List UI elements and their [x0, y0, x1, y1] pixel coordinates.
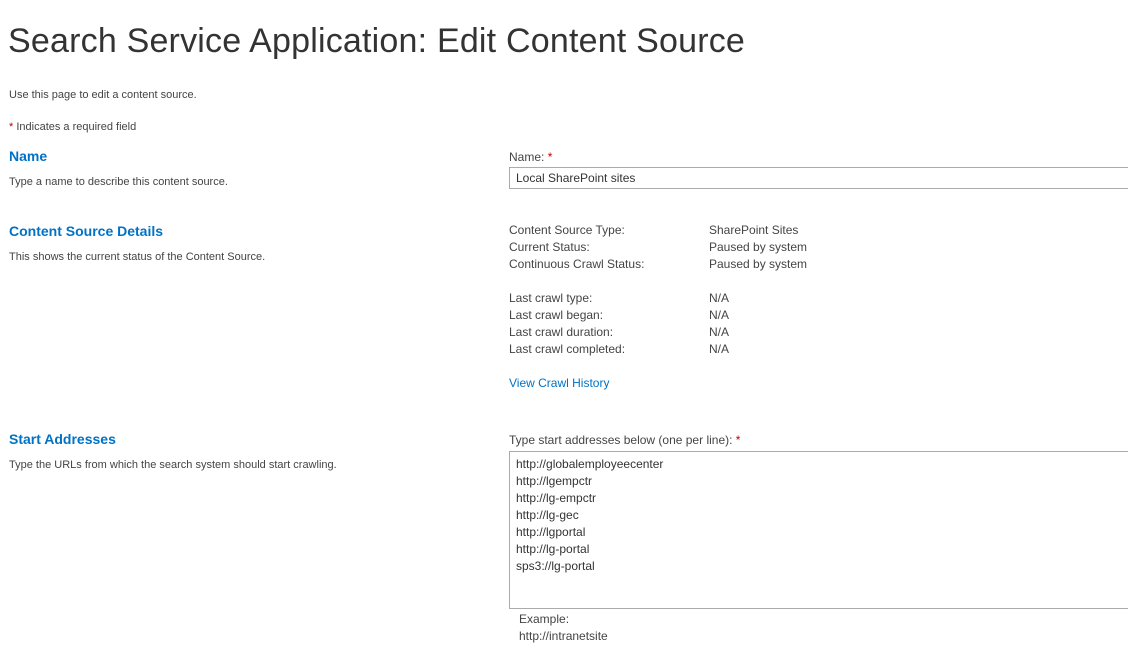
address-line: http://lg-empctr [516, 491, 597, 505]
detail-label: Continuous Crawl Status: [509, 257, 645, 271]
edit-content-source-page: Search Service Application: Edit Content… [0, 0, 1128, 650]
detail-value: N/A [709, 308, 730, 322]
example-label: Example: [519, 612, 570, 626]
address-line: http://lgempctr [516, 474, 593, 488]
address-line: http://lg-gec [516, 508, 579, 522]
page-title: Search Service Application: Edit Content… [8, 22, 746, 60]
example-value: http://intranetsite [519, 629, 608, 643]
required-field-note: * Indicates a required field [9, 121, 136, 133]
detail-label: Current Status: [509, 240, 590, 254]
detail-label: Last crawl completed: [509, 342, 626, 356]
start-address-example: Example: http://intranetsite [519, 611, 608, 645]
detail-label: Content Source Type: [509, 223, 625, 237]
required-star: * [547, 150, 553, 164]
required-star: * [735, 433, 741, 447]
section-title-start-addresses: Start Addresses [9, 431, 116, 447]
address-line: http://lgportal [516, 525, 586, 539]
detail-value: SharePoint Sites [709, 223, 799, 237]
detail-value: Paused by system [709, 257, 808, 271]
page-description: Use this page to edit a content source. [9, 89, 197, 101]
detail-value: N/A [709, 342, 730, 356]
detail-value: Paused by system [709, 240, 808, 254]
detail-label: Last crawl duration: [509, 325, 614, 339]
section-title-name: Name [9, 148, 48, 164]
section-description-name: Type a name to describe this content sou… [9, 176, 228, 188]
detail-value: N/A [709, 291, 730, 305]
address-line: sps3://lg-portal [516, 559, 595, 573]
address-line: http://globalemployeecenter [516, 457, 664, 471]
name-field-label: Name: * [509, 150, 552, 164]
name-label-text: Name: [509, 150, 548, 164]
start-addresses-field-label: Type start addresses below (one per line… [509, 433, 740, 447]
required-note-text: Indicates a required field [13, 121, 137, 133]
section-title-content-source-details: Content Source Details [9, 223, 164, 239]
detail-label: Last crawl began: [509, 308, 604, 322]
section-description-start-addresses: Type the URLs from which the search syst… [9, 459, 337, 471]
detail-label: Last crawl type: [509, 291, 593, 305]
start-addresses-label-text: Type start addresses below (one per line… [509, 433, 736, 447]
address-line: http://lg-portal [516, 542, 590, 556]
section-description-content-source-details: This shows the current status of the Con… [9, 251, 266, 263]
start-addresses-textarea[interactable]: http://globalemployeecenter http://lgemp… [509, 451, 1128, 609]
name-input[interactable] [509, 167, 1128, 189]
view-crawl-history-link[interactable]: View Crawl History [509, 376, 609, 390]
detail-value: N/A [709, 325, 730, 339]
